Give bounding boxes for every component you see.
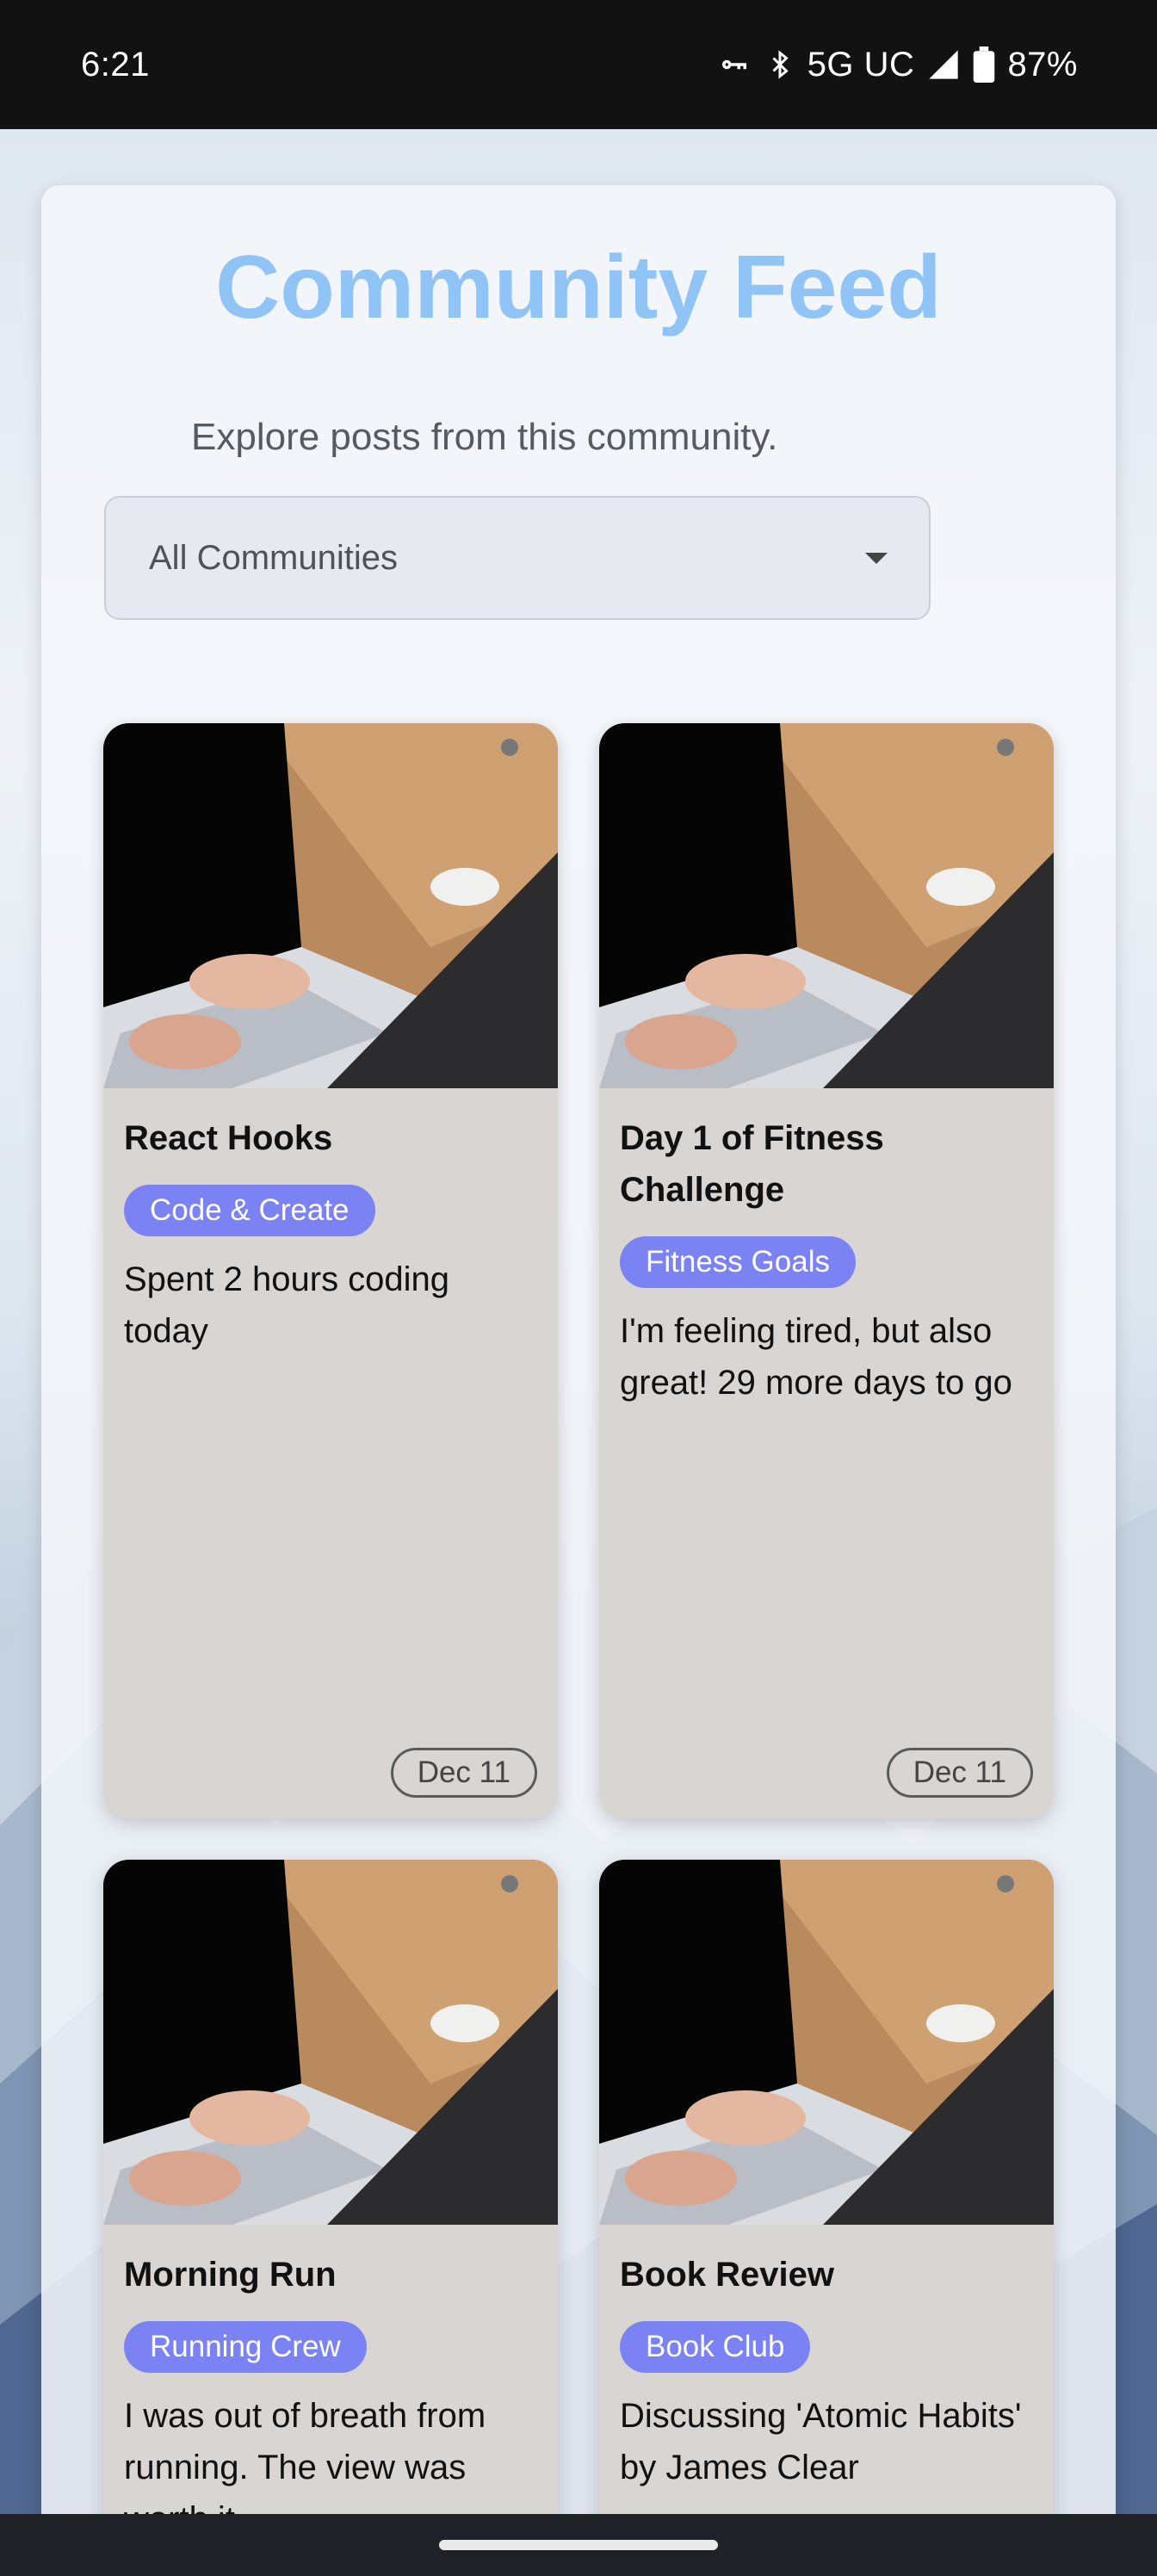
- community-tag[interactable]: Code & Create: [124, 1185, 375, 1236]
- post-image: [103, 723, 558, 1088]
- post-title: Day 1 of Fitness Challenge: [620, 1119, 884, 1209]
- status-icons: 5G UC 87%: [716, 46, 1078, 84]
- navigation-bar: [0, 2514, 1157, 2576]
- post-image: [599, 1860, 1054, 2225]
- community-filter-select[interactable]: All Communities: [104, 496, 931, 620]
- page-title: Community Feed: [215, 238, 942, 337]
- post-image: [599, 723, 1054, 1088]
- post-card[interactable]: Morning Run Running Crew I was out of br…: [103, 1860, 558, 2576]
- post-text: Spent 2 hours coding today: [124, 1260, 450, 1350]
- battery-percent: 87%: [1007, 45, 1078, 84]
- post-date: Dec 11: [886, 1748, 1033, 1798]
- status-bar: 6:21 5G UC 87%: [0, 0, 1157, 129]
- signal-icon: [926, 47, 961, 82]
- post-title: React Hooks: [124, 1119, 333, 1157]
- network-label: 5G UC: [807, 45, 915, 84]
- post-text: I'm feeling tired, but also great! 29 mo…: [620, 1312, 1012, 1402]
- post-card[interactable]: React Hooks Code & Create Spent 2 hours …: [103, 723, 558, 1818]
- community-tag[interactable]: Fitness Goals: [620, 1236, 856, 1288]
- status-time: 6:21: [81, 45, 150, 84]
- page-subtitle: Explore posts from this community.: [191, 416, 778, 458]
- community-tag[interactable]: Book Club: [620, 2321, 811, 2373]
- vpn-key-icon: [716, 46, 752, 83]
- community-filter-value: All Communities: [149, 538, 398, 577]
- post-card[interactable]: Day 1 of Fitness Challenge Fitness Goals…: [599, 723, 1054, 1818]
- post-title: Morning Run: [124, 2256, 337, 2294]
- bluetooth-icon: [764, 46, 795, 83]
- community-tag[interactable]: Running Crew: [124, 2321, 367, 2373]
- post-image: [103, 1860, 558, 2225]
- post-date: Dec 11: [390, 1748, 537, 1798]
- home-gesture-handle[interactable]: [439, 2540, 718, 2550]
- post-title: Book Review: [620, 2256, 834, 2294]
- caret-down-icon: [865, 552, 888, 564]
- post-card[interactable]: Book Review Book Club Discussing 'Atomic…: [599, 1860, 1054, 2576]
- battery-icon: [973, 46, 995, 83]
- post-text: Discussing 'Atomic Habits' by James Clea…: [620, 2397, 1022, 2486]
- feed-panel: Community Feed Explore posts from this c…: [41, 185, 1116, 2576]
